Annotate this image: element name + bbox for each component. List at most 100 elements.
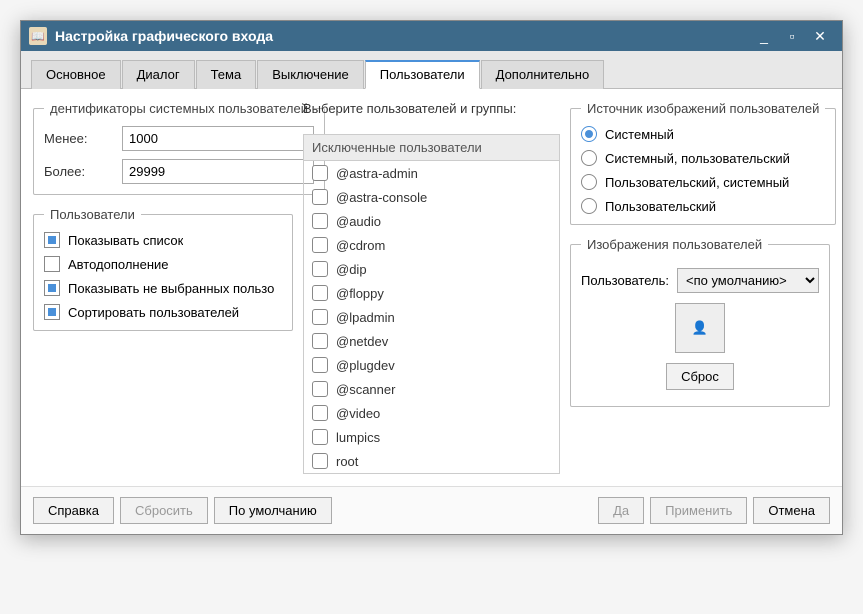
reset-button[interactable]: Сбросить bbox=[120, 497, 208, 524]
list-item-label: @lpadmin bbox=[336, 310, 395, 325]
maximize-icon[interactable]: ▫ bbox=[778, 26, 806, 46]
source-system-radio[interactable]: Системный bbox=[581, 126, 825, 142]
source-user-system-radio[interactable]: Пользовательский, системный bbox=[581, 174, 825, 190]
list-item-label: @plugdev bbox=[336, 358, 395, 373]
apply-button[interactable]: Применить bbox=[650, 497, 747, 524]
checkbox-icon bbox=[312, 309, 328, 325]
help-button[interactable]: Справка bbox=[33, 497, 114, 524]
image-source-group: Источник изображений пользователей Систе… bbox=[570, 101, 836, 225]
list-item[interactable]: @astra-admin bbox=[304, 161, 559, 185]
tab-users[interactable]: Пользователи bbox=[365, 60, 480, 89]
more-label: Более: bbox=[44, 164, 114, 179]
user-select-label: Пользователь: bbox=[581, 273, 669, 288]
list-item[interactable]: root bbox=[304, 449, 559, 473]
tab-advanced[interactable]: Дополнительно bbox=[481, 60, 605, 89]
tab-main[interactable]: Основное bbox=[31, 60, 121, 89]
list-item[interactable]: @scanner bbox=[304, 377, 559, 401]
list-item[interactable]: @dip bbox=[304, 257, 559, 281]
source-user-radio[interactable]: Пользовательский bbox=[581, 198, 825, 214]
checkbox-label: Сортировать пользователей bbox=[68, 305, 239, 320]
radio-icon bbox=[581, 150, 597, 166]
list-item[interactable]: @plugdev bbox=[304, 353, 559, 377]
tab-bar: Основное Диалог Тема Выключение Пользова… bbox=[21, 51, 842, 89]
list-item[interactable]: @video bbox=[304, 401, 559, 425]
list-item[interactable]: @cdrom bbox=[304, 233, 559, 257]
radio-label: Пользовательский bbox=[605, 199, 716, 214]
users-options-legend: Пользователи bbox=[44, 207, 141, 222]
checkbox-icon bbox=[312, 213, 328, 229]
autocomplete-checkbox[interactable]: Автодополнение bbox=[44, 256, 282, 272]
radio-icon bbox=[581, 198, 597, 214]
cancel-button[interactable]: Отмена bbox=[753, 497, 830, 524]
list-item-label: @astra-admin bbox=[336, 166, 418, 181]
checkbox-icon bbox=[312, 381, 328, 397]
checkbox-icon bbox=[312, 189, 328, 205]
list-item-label: lumpics bbox=[336, 430, 380, 445]
checkbox-icon bbox=[312, 405, 328, 421]
reset-image-button[interactable]: Сброс bbox=[666, 363, 734, 390]
show-unselected-checkbox[interactable]: Показывать не выбранных пользо bbox=[44, 280, 282, 296]
excluded-users-list[interactable]: @astra-admin @astra-console @audio@cdrom @d… bbox=[303, 161, 560, 474]
radio-icon bbox=[581, 174, 597, 190]
checkbox-icon bbox=[312, 285, 328, 301]
tab-shutdown[interactable]: Выключение bbox=[257, 60, 364, 89]
list-item[interactable]: lumpics bbox=[304, 425, 559, 449]
dialog-footer: Справка Сбросить По умолчанию Да Примени… bbox=[21, 486, 842, 534]
checkbox-icon bbox=[312, 429, 328, 445]
checkbox-icon bbox=[44, 280, 60, 296]
minimize-icon[interactable]: _ bbox=[750, 26, 778, 46]
system-ids-legend: дентификаторы системных пользователей bbox=[44, 101, 314, 116]
excluded-users-header: Исключенные пользователи bbox=[303, 134, 560, 161]
titlebar: 📖 Настройка графического входа _ ▫ ✕ bbox=[21, 21, 842, 51]
checkbox-icon bbox=[312, 333, 328, 349]
list-item[interactable]: @audio bbox=[304, 209, 559, 233]
person-icon: 👤 bbox=[692, 320, 708, 336]
radio-icon bbox=[581, 126, 597, 142]
list-item[interactable]: @lpadmin bbox=[304, 305, 559, 329]
tab-theme[interactable]: Тема bbox=[196, 60, 257, 89]
list-item-label: @astra-console bbox=[336, 190, 427, 205]
user-images-legend: Изображения пользователей bbox=[581, 237, 768, 252]
radio-label: Системный bbox=[605, 127, 674, 142]
image-source-legend: Источник изображений пользователей bbox=[581, 101, 825, 116]
checkbox-icon bbox=[312, 165, 328, 181]
defaults-button[interactable]: По умолчанию bbox=[214, 497, 332, 524]
content-area: дентификаторы системных пользователей Ме… bbox=[21, 89, 842, 486]
radio-label: Пользовательский, системный bbox=[605, 175, 789, 190]
source-system-user-radio[interactable]: Системный, пользовательский bbox=[581, 150, 825, 166]
list-item-label: root bbox=[336, 454, 358, 469]
less-label: Менее: bbox=[44, 131, 114, 146]
show-list-checkbox[interactable]: Показывать список bbox=[44, 232, 282, 248]
app-icon: 📖 bbox=[29, 27, 47, 45]
list-item[interactable]: @netdev bbox=[304, 329, 559, 353]
checkbox-icon bbox=[312, 453, 328, 469]
ok-button[interactable]: Да bbox=[598, 497, 644, 524]
list-item-label: @dip bbox=[336, 262, 367, 277]
window-title: Настройка графического входа bbox=[55, 28, 750, 44]
checkbox-icon bbox=[44, 304, 60, 320]
checkbox-icon bbox=[312, 261, 328, 277]
list-item-label: @netdev bbox=[336, 334, 388, 349]
user-image-preview[interactable]: 👤 bbox=[675, 303, 725, 353]
checkbox-label: Автодополнение bbox=[68, 257, 169, 272]
list-item[interactable]: @astra-console bbox=[304, 185, 559, 209]
user-select[interactable]: <по умолчанию> bbox=[677, 268, 819, 293]
user-images-group: Изображения пользователей Пользователь: … bbox=[570, 237, 830, 407]
close-icon[interactable]: ✕ bbox=[806, 26, 834, 46]
checkbox-icon bbox=[312, 357, 328, 373]
more-input[interactable] bbox=[122, 159, 314, 184]
checkbox-icon bbox=[44, 256, 60, 272]
checkbox-icon bbox=[44, 232, 60, 248]
checkbox-label: Показывать список bbox=[68, 233, 183, 248]
checkbox-label: Показывать не выбранных пользо bbox=[68, 281, 274, 296]
users-options-group: Пользователи Показывать список Автодопол… bbox=[33, 207, 293, 331]
system-ids-group: дентификаторы системных пользователей Ме… bbox=[33, 101, 325, 195]
list-item-label: @scanner bbox=[336, 382, 395, 397]
list-item[interactable]: @floppy bbox=[304, 281, 559, 305]
checkbox-icon bbox=[312, 237, 328, 253]
sort-users-checkbox[interactable]: Сортировать пользователей bbox=[44, 304, 282, 320]
list-item-label: @floppy bbox=[336, 286, 384, 301]
less-input[interactable] bbox=[122, 126, 314, 151]
tab-dialog[interactable]: Диалог bbox=[122, 60, 195, 89]
settings-window: 📖 Настройка графического входа _ ▫ ✕ Осн… bbox=[20, 20, 843, 535]
